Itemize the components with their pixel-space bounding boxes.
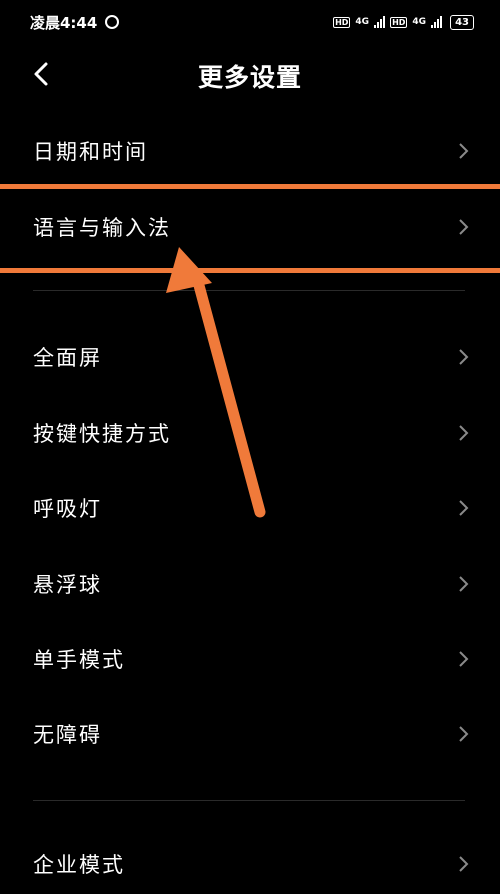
alarm-icon bbox=[105, 15, 120, 29]
network-type-2: 4G bbox=[412, 17, 427, 27]
chevron-right-icon bbox=[459, 576, 469, 592]
list-item-notification-light[interactable]: 呼吸灯 bbox=[0, 478, 500, 538]
chevron-right-icon bbox=[459, 349, 469, 365]
list-item-label: 全面屏 bbox=[33, 346, 102, 370]
page-title: 更多设置 bbox=[197, 63, 302, 92]
divider bbox=[33, 800, 465, 801]
signal-icon-1 bbox=[374, 16, 386, 28]
list-item-label: 呼吸灯 bbox=[33, 497, 102, 521]
list-item-language-input[interactable]: 语言与输入法 bbox=[0, 197, 500, 257]
chevron-right-icon bbox=[459, 856, 469, 872]
list-item-fullscreen[interactable]: 全面屏 bbox=[0, 327, 500, 387]
battery-icon: 43 bbox=[450, 14, 474, 30]
chevron-right-icon bbox=[459, 726, 469, 742]
status-time: 凌晨4:44 bbox=[30, 13, 98, 32]
highlight-line-top bbox=[0, 184, 500, 189]
chevron-right-icon bbox=[459, 651, 469, 667]
signal-icon-2 bbox=[431, 16, 443, 28]
chevron-right-icon bbox=[459, 425, 469, 441]
list-item-label: 无障碍 bbox=[33, 723, 102, 747]
list-item-button-shortcuts[interactable]: 按键快捷方式 bbox=[0, 403, 500, 463]
list-item-label: 日期和时间 bbox=[33, 140, 148, 164]
list-item-one-handed-mode[interactable]: 单手模式 bbox=[0, 629, 500, 689]
list-item-label: 按键快捷方式 bbox=[33, 422, 171, 446]
list-item-label: 单手模式 bbox=[33, 648, 125, 672]
highlight-line-bottom bbox=[0, 268, 500, 273]
list-item-label: 企业模式 bbox=[33, 853, 125, 877]
chevron-right-icon bbox=[459, 500, 469, 516]
list-item-date-time[interactable]: 日期和时间 bbox=[0, 121, 500, 181]
status-right: HD 4G HD 4G 43 bbox=[333, 14, 474, 30]
status-left: 凌晨4:44 bbox=[30, 12, 120, 33]
list-item-floating-ball[interactable]: 悬浮球 bbox=[0, 554, 500, 614]
status-bar: 凌晨4:44 HD 4G HD 4G 43 bbox=[0, 0, 500, 44]
divider bbox=[33, 290, 465, 291]
list-item-label: 悬浮球 bbox=[33, 573, 102, 597]
header: 更多设置 bbox=[0, 44, 500, 104]
network-type-1: 4G bbox=[355, 17, 370, 27]
chevron-right-icon bbox=[459, 143, 469, 159]
chevron-right-icon bbox=[459, 219, 469, 235]
hd-icon: HD bbox=[333, 16, 351, 28]
hd-icon-2: HD bbox=[390, 16, 408, 28]
list-item-label: 语言与输入法 bbox=[33, 216, 171, 240]
list-item-accessibility[interactable]: 无障碍 bbox=[0, 704, 500, 764]
list-item-enterprise-mode[interactable]: 企业模式 bbox=[0, 834, 500, 894]
